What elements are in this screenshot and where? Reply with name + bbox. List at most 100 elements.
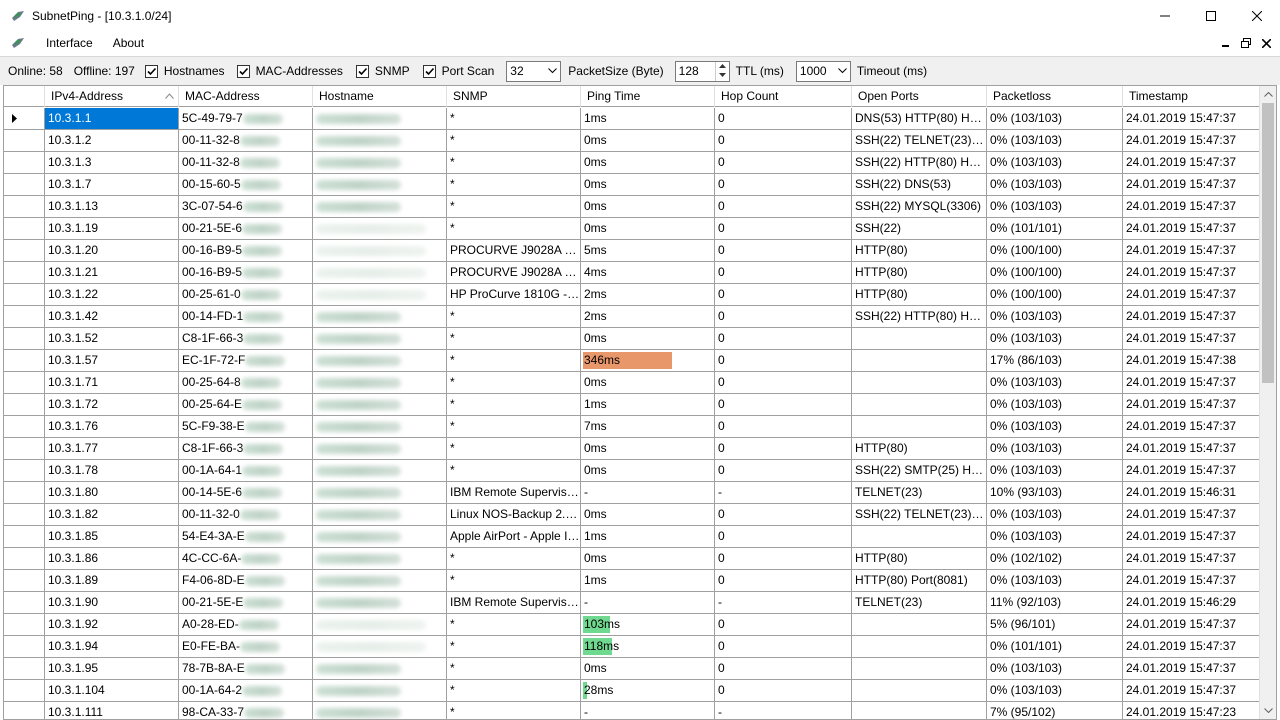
row-header[interactable] [4,592,45,614]
ip-cell[interactable]: 10.3.1.85 [45,526,179,548]
timestamp-cell[interactable]: 24.01.2019 15:47:37 [1123,504,1260,526]
table-row[interactable]: 10.3.1.22 00-25-61-0 HP ProCurve 1810G - … [4,284,1260,306]
open-ports-cell[interactable] [852,702,987,719]
table-row[interactable]: 10.3.1.86 4C-CC-6A- * 0ms 0 HTTP(80) 0% (102/1… [4,548,1260,570]
hop-count-cell[interactable]: 0 [715,680,852,702]
open-ports-cell[interactable]: TELNET(23) [852,482,987,504]
timestamp-cell[interactable]: 24.01.2019 15:47:37 [1123,218,1260,240]
table-row[interactable]: 10.3.1.90 00-21-5E-E IBM Remote Supervisor… [4,592,1260,614]
hostname-cell[interactable] [313,592,447,614]
ping-cell[interactable]: 1ms [581,394,715,416]
open-ports-cell[interactable]: HTTP(80) [852,240,987,262]
row-header[interactable] [4,680,45,702]
mac-cell[interactable]: C8-1F-66-3 [179,328,313,350]
mac-cell[interactable]: 5C-F9-38-E [179,416,313,438]
ip-cell[interactable]: 10.3.1.1 [45,108,179,130]
mac-cell[interactable]: 00-16-B9-5 [179,240,313,262]
open-ports-cell[interactable]: SSH(22) TELNET(23) H... [852,504,987,526]
ping-cell[interactable]: 0ms [581,196,715,218]
table-row[interactable]: 10.3.1.94 E0-FE-BA- * 118ms 0 0% (101/101) 24.… [4,636,1260,658]
ip-cell[interactable]: 10.3.1.86 [45,548,179,570]
table-row[interactable]: 10.3.1.78 00-1A-64-1 * 0ms 0 SSH(22) SMTP(25)… [4,460,1260,482]
table-row[interactable]: 10.3.1.104 00-1A-64-2 * 28ms 0 0% (103/103) 24… [4,680,1260,702]
hop-count-cell[interactable]: 0 [715,306,852,328]
packetloss-cell[interactable]: 0% (103/103) [987,108,1123,130]
vertical-scrollbar[interactable] [1259,86,1276,719]
snmp-cell[interactable]: * [447,680,581,702]
mac-cell[interactable]: 00-25-61-0 [179,284,313,306]
ping-cell[interactable]: 0ms [581,218,715,240]
maximize-button[interactable] [1188,0,1234,31]
hostname-cell[interactable] [313,218,447,240]
table-row[interactable]: 10.3.1.52 C8-1F-66-3 * 0ms 0 0% (103/103) 24.0… [4,328,1260,350]
mdi-close-button[interactable] [1256,33,1276,53]
table-row[interactable]: 10.3.1.72 00-25-64-E * 1ms 0 0% (103/103) 24.0… [4,394,1260,416]
mac-cell[interactable]: 00-25-64-8 [179,372,313,394]
table-row[interactable]: 10.3.1.77 C8-1F-66-3 * 0ms 0 HTTP(80) 0% (103/… [4,438,1260,460]
packetloss-cell[interactable]: 0% (102/102) [987,548,1123,570]
snmp-cell[interactable]: * [447,570,581,592]
timestamp-cell[interactable]: 24.01.2019 15:47:37 [1123,174,1260,196]
scroll-up-icon[interactable] [1260,86,1276,103]
ip-cell[interactable]: 10.3.1.13 [45,196,179,218]
hostnames-checkbox[interactable]: Hostnames [144,64,225,78]
packetloss-cell[interactable]: 0% (103/103) [987,130,1123,152]
hostname-cell[interactable] [313,548,447,570]
packetloss-cell[interactable]: 0% (103/103) [987,460,1123,482]
ip-cell[interactable]: 10.3.1.52 [45,328,179,350]
packetloss-cell[interactable]: 0% (103/103) [987,174,1123,196]
hop-count-cell[interactable]: 0 [715,658,852,680]
ip-cell[interactable]: 10.3.1.92 [45,614,179,636]
mac-cell[interactable]: F4-06-8D-E [179,570,313,592]
packetloss-cell[interactable]: 7% (95/102) [987,702,1123,719]
hostname-cell[interactable] [313,680,447,702]
row-header[interactable] [4,702,45,719]
open-ports-cell[interactable]: SSH(22) MYSQL(3306) [852,196,987,218]
column-header-snmp[interactable]: SNMP [447,86,581,107]
timestamp-cell[interactable]: 24.01.2019 15:47:37 [1123,570,1260,592]
table-row[interactable]: 10.3.1.21 00-16-B9-5 PROCURVE J9028A - P..… [4,262,1260,284]
open-ports-cell[interactable]: DNS(53) HTTP(80) HTT... [852,108,987,130]
ping-cell[interactable]: 28ms [581,680,715,702]
open-ports-cell[interactable] [852,680,987,702]
table-row[interactable]: 10.3.1.20 00-16-B9-5 PROCURVE J9028A - P..… [4,240,1260,262]
ip-cell[interactable]: 10.3.1.89 [45,570,179,592]
hop-count-cell[interactable]: 0 [715,526,852,548]
mac-cell[interactable]: 00-11-32-0 [179,504,313,526]
snmp-cell[interactable]: * [447,174,581,196]
ttl-stepper[interactable]: 128 [674,60,730,82]
ip-cell[interactable]: 10.3.1.80 [45,482,179,504]
packetloss-cell[interactable]: 11% (92/103) [987,592,1123,614]
ip-cell[interactable]: 10.3.1.94 [45,636,179,658]
table-row[interactable]: 10.3.1.76 5C-F9-38-E * 7ms 0 0% (103/103) 24.0… [4,416,1260,438]
open-ports-cell[interactable] [852,372,987,394]
table-row[interactable]: 10.3.1.95 78-7B-8A-E * 0ms 0 0% (103/103) 24.0… [4,658,1260,680]
mac-cell[interactable]: 98-CA-33-7 [179,702,313,719]
row-header[interactable] [4,570,45,592]
ping-cell[interactable]: - [581,702,715,719]
column-header-hop-count[interactable]: Hop Count [715,86,852,107]
hop-count-cell[interactable]: 0 [715,152,852,174]
snmp-cell[interactable]: * [447,196,581,218]
snmp-cell[interactable]: IBM Remote Supervisor ... [447,482,581,504]
hop-count-cell[interactable]: 0 [715,614,852,636]
hostname-cell[interactable] [313,614,447,636]
packetloss-cell[interactable]: 0% (103/103) [987,328,1123,350]
table-row[interactable]: 10.3.1.85 54-E4-3A-E Apple AirPort - Apple… [4,526,1260,548]
table-row[interactable]: 10.3.1.111 98-CA-33-7 * - - 7% (95/102) 24.01.… [4,702,1260,719]
column-header-packetloss[interactable]: Packetloss [987,86,1123,107]
packetloss-cell[interactable]: 5% (96/101) [987,614,1123,636]
snmp-cell[interactable]: * [447,658,581,680]
snmp-cell[interactable]: Linux NOS-Backup 2.6.3... [447,504,581,526]
open-ports-cell[interactable] [852,394,987,416]
packetloss-cell[interactable]: 0% (100/100) [987,284,1123,306]
row-header[interactable] [4,196,45,218]
mac-cell[interactable]: 4C-CC-6A- [179,548,313,570]
snmp-checkbox[interactable]: SNMP [355,64,410,78]
snmp-cell[interactable]: * [447,548,581,570]
stepper-down-icon[interactable] [716,71,729,80]
timestamp-cell[interactable]: 24.01.2019 15:47:37 [1123,328,1260,350]
packetloss-cell[interactable]: 0% (103/103) [987,152,1123,174]
open-ports-cell[interactable]: SSH(22) DNS(53) [852,174,987,196]
ping-cell[interactable]: 346ms [581,350,715,372]
